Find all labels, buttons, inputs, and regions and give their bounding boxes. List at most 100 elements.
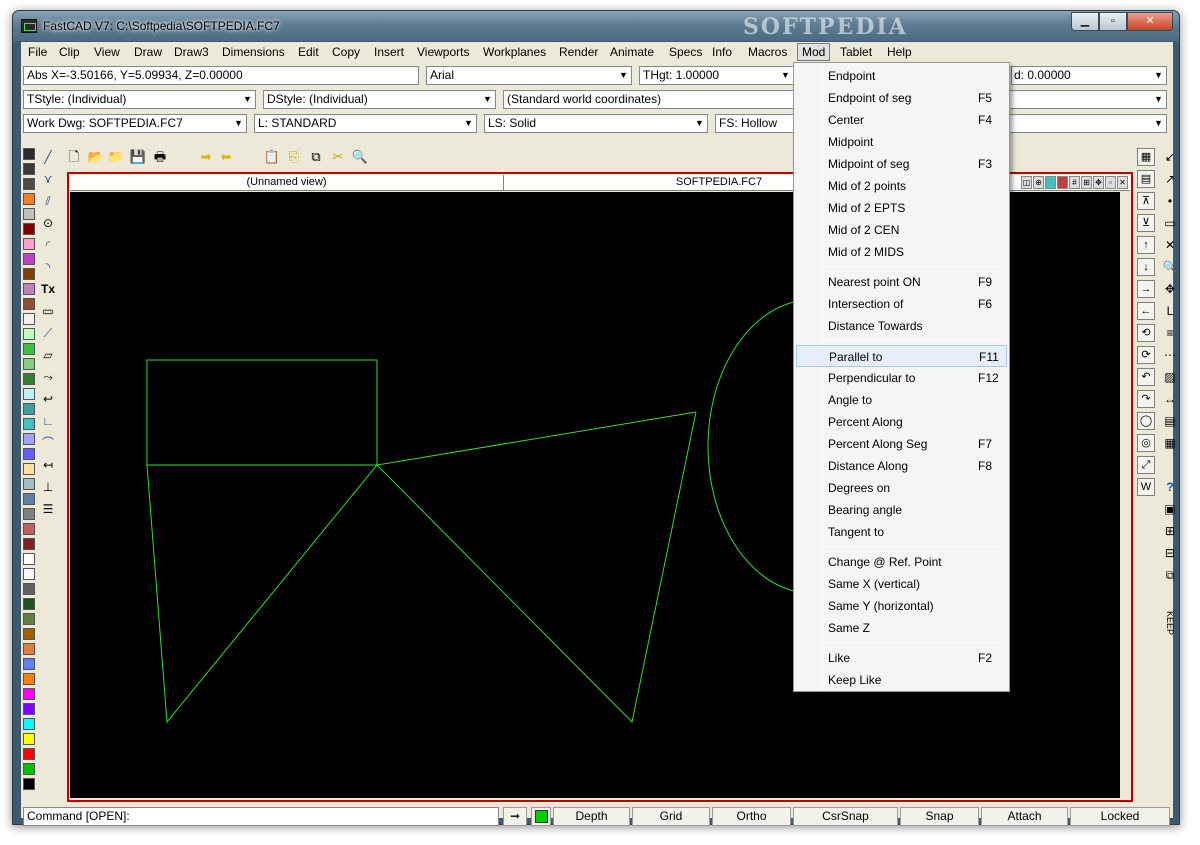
- arrow-up-icon[interactable]: ↑: [1137, 236, 1155, 254]
- rotate2-icon[interactable]: ⟳: [1137, 346, 1155, 364]
- snap-tool-icon[interactable]: 🔍: [1161, 258, 1179, 276]
- palette-swatch[interactable]: [23, 373, 35, 385]
- fillet-tool-icon[interactable]: ↩: [39, 390, 57, 408]
- circle-icon[interactable]: ◯: [1137, 412, 1155, 430]
- chevron-down-icon[interactable]: ▼: [778, 67, 793, 84]
- snap-tool-icon[interactable]: ▨: [1161, 368, 1179, 386]
- view-split-icon[interactable]: ⊞: [1081, 176, 1092, 189]
- minimize-button[interactable]: ▁: [1071, 12, 1099, 31]
- palette-swatch[interactable]: [23, 628, 35, 640]
- rotate-icon[interactable]: ⟲: [1137, 324, 1155, 342]
- snap-tool-icon[interactable]: ▤: [1161, 412, 1179, 430]
- menu-specs[interactable]: Specs: [669, 45, 702, 59]
- chevron-down-icon[interactable]: ▼: [461, 115, 476, 132]
- font-select[interactable]: Arial ▼: [426, 66, 632, 85]
- view-color-icon[interactable]: [1045, 176, 1056, 189]
- spline-tool-icon[interactable]: ⤳: [39, 368, 57, 386]
- palette-swatch[interactable]: [23, 418, 35, 430]
- palette-swatch[interactable]: [23, 208, 35, 220]
- menu-help[interactable]: Help: [887, 45, 912, 59]
- mod-menu-item[interactable]: Distance Along F8: [796, 455, 1007, 477]
- palette-swatch[interactable]: [23, 478, 35, 490]
- palette-swatch[interactable]: [23, 703, 35, 715]
- mod-menu-item[interactable]: Tangent to: [796, 521, 1007, 543]
- menu-draw[interactable]: Draw: [134, 45, 162, 59]
- view-grid-icon[interactable]: #: [1069, 176, 1080, 189]
- palette-swatch[interactable]: [23, 253, 35, 265]
- view-min-icon[interactable]: ▫: [1105, 176, 1116, 189]
- snap-tool-icon[interactable]: L: [1161, 302, 1179, 320]
- palette-swatch[interactable]: [23, 463, 35, 475]
- chevron-down-icon[interactable]: ▼: [240, 91, 255, 108]
- snap-tool-icon[interactable]: ▭: [1161, 214, 1179, 232]
- menu-view[interactable]: View: [94, 45, 120, 59]
- snap-tool-icon[interactable]: ↗: [1161, 170, 1179, 188]
- app-icon[interactable]: [21, 19, 37, 33]
- dimension-h-tool-icon[interactable]: ↤: [39, 456, 57, 474]
- palette-swatch[interactable]: [23, 553, 35, 565]
- menu-draw3[interactable]: Draw3: [174, 45, 209, 59]
- chevron-down-icon[interactable]: ▼: [692, 115, 707, 132]
- view-pan-icon[interactable]: ✥: [1093, 176, 1104, 189]
- curve-tool-icon[interactable]: ⟋: [39, 324, 57, 342]
- w-tool-icon[interactable]: W: [1137, 478, 1155, 496]
- arc3-tool-icon[interactable]: ◝: [39, 258, 57, 276]
- arrow-left-icon[interactable]: ←: [1137, 302, 1155, 320]
- palette-swatch[interactable]: [23, 718, 35, 730]
- menu-render[interactable]: Render: [559, 45, 598, 59]
- rotation-select[interactable]: d: 0.00000 ▼: [1011, 66, 1167, 85]
- mod-menu-item[interactable]: Percent Along Seg F7: [796, 433, 1007, 455]
- mod-menu-item[interactable]: Bearing angle: [796, 499, 1007, 521]
- view-close-icon[interactable]: ✕: [1117, 176, 1128, 189]
- new-file-icon[interactable]: 🗋: [65, 148, 83, 166]
- menu-dimensions[interactable]: Dimensions: [222, 45, 285, 59]
- palette-swatch[interactable]: [23, 748, 35, 760]
- open-folder-icon[interactable]: 📂: [87, 148, 105, 166]
- mod-menu-item[interactable]: Same X (vertical): [796, 573, 1007, 595]
- palette-swatch[interactable]: [23, 403, 35, 415]
- menu-file[interactable]: File: [28, 45, 47, 59]
- palette-swatch[interactable]: [23, 148, 35, 160]
- palette-swatch[interactable]: [23, 688, 35, 700]
- line-tool-icon[interactable]: ╱: [39, 148, 57, 166]
- grid-button[interactable]: Grid: [632, 807, 710, 826]
- mod-menu-item[interactable]: Mid of 2 MIDS: [796, 241, 1007, 263]
- list-tool-icon[interactable]: ☰: [39, 500, 57, 518]
- snap-tool-icon[interactable]: ⊞: [1161, 522, 1179, 540]
- circle2-icon[interactable]: ◎: [1137, 434, 1155, 452]
- mod-menu-item[interactable]: Like F2: [796, 647, 1007, 669]
- copy-icon[interactable]: ⧉: [307, 148, 325, 166]
- snap-tool-icon[interactable]: ↔: [1161, 390, 1179, 408]
- cursor-snap-button[interactable]: CsrSnap: [793, 807, 898, 826]
- chevron-down-icon[interactable]: ▼: [1151, 91, 1166, 108]
- palette-swatch[interactable]: [23, 733, 35, 745]
- move-down-icon[interactable]: ⊻: [1137, 214, 1155, 232]
- palette-swatch[interactable]: [23, 328, 35, 340]
- mod-menu-item[interactable]: Keep Like: [796, 669, 1007, 691]
- chevron-down-icon[interactable]: ▼: [1151, 115, 1166, 132]
- polyline-shape[interactable]: [146, 411, 697, 724]
- menu-mod[interactable]: Mod: [797, 43, 831, 61]
- title-bar[interactable]: FastCAD V7: C:\Softpedia\SOFTPEDIA.FC7 S…: [13, 11, 1179, 41]
- palette-swatch[interactable]: [23, 598, 35, 610]
- polyline-tool-icon[interactable]: ⋎: [39, 170, 57, 188]
- mod-menu-item[interactable]: Center F4: [796, 109, 1007, 131]
- palette-swatch[interactable]: [23, 658, 35, 670]
- depth-button[interactable]: Depth: [553, 807, 630, 826]
- mod-menu-item[interactable]: Change @ Ref. Point: [796, 551, 1007, 573]
- text-tool-icon[interactable]: Tx: [39, 280, 57, 298]
- mod-menu-item[interactable]: Endpoint: [796, 65, 1007, 87]
- palette-swatch[interactable]: [23, 178, 35, 190]
- palette-swatch[interactable]: [23, 493, 35, 505]
- view-zoom-icon[interactable]: ⊕: [1033, 176, 1044, 189]
- snap-tool-icon[interactable]: ⊟: [1161, 544, 1179, 562]
- corner-tool-icon[interactable]: ∟: [39, 412, 57, 430]
- palette-swatch[interactable]: [23, 538, 35, 550]
- palette-swatch[interactable]: [23, 283, 35, 295]
- close-button[interactable]: ✕: [1127, 12, 1173, 31]
- menu-workplanes[interactable]: Workplanes: [483, 45, 546, 59]
- snap-tool-icon[interactable]: ✕: [1161, 236, 1179, 254]
- snap-tool-icon[interactable]: ?: [1161, 478, 1179, 496]
- command-line[interactable]: Command [OPEN]:: [23, 807, 499, 826]
- palette-swatch[interactable]: [23, 778, 35, 790]
